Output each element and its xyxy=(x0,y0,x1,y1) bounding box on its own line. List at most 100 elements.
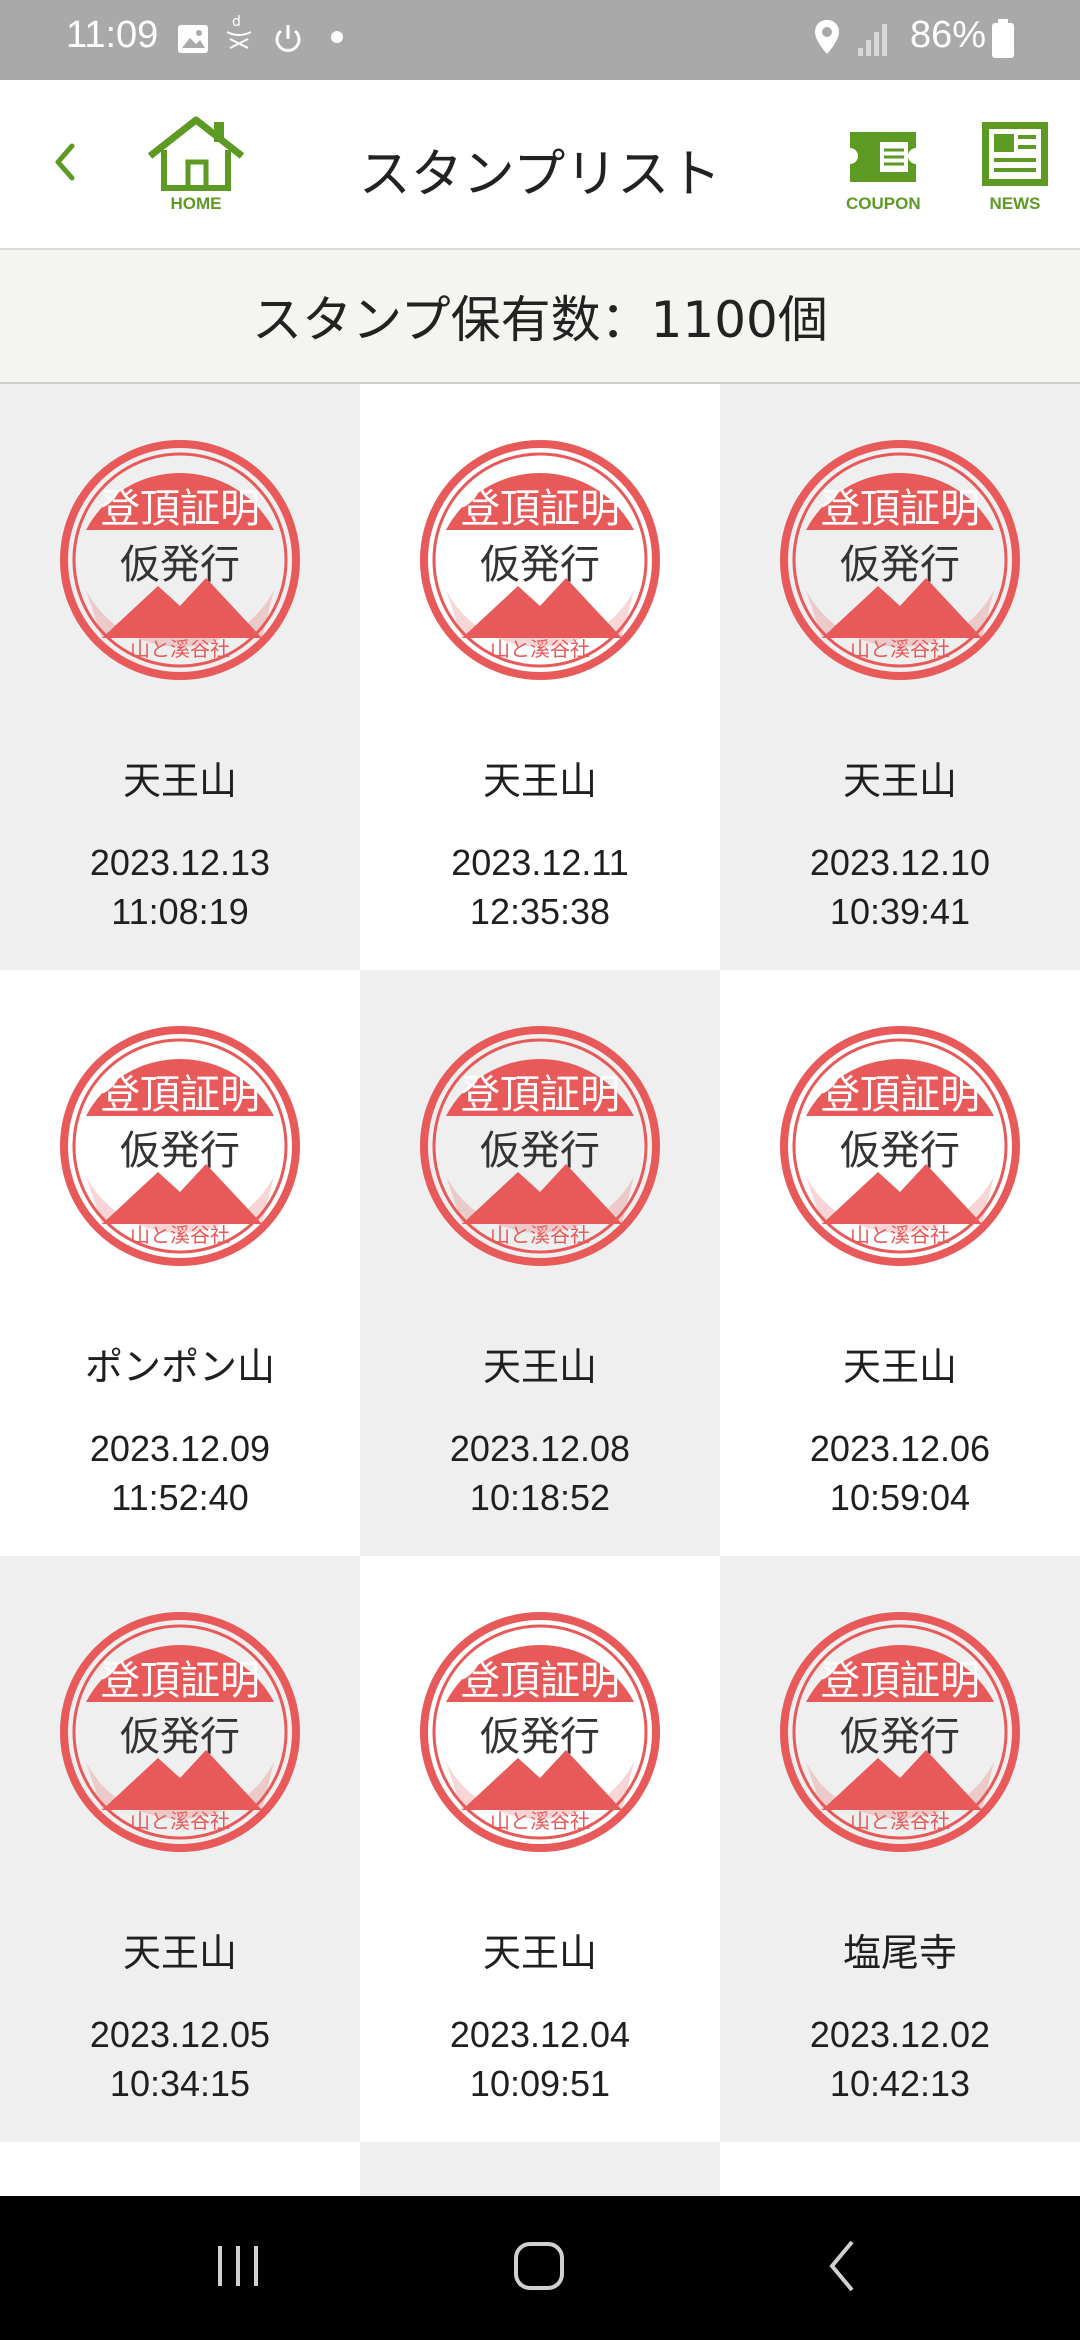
stamp-card[interactable]: 登頂証明仮発行山と溪谷社天王山 2023.12.08 10:18:52 xyxy=(360,970,720,1556)
stamp-line2: 仮発行 xyxy=(480,542,600,588)
stamp-image: 登頂証明仮発行山と溪谷社 xyxy=(780,1612,1020,1852)
stamp-image: 登頂証明仮発行山と溪谷社 xyxy=(780,1026,1020,1266)
stamp-line2: 仮発行 xyxy=(480,1714,600,1760)
stamp-card[interactable]: 登頂証明仮発行山と溪谷社天王山 2023.12.13 11:08:19 xyxy=(0,384,360,970)
stamp-timestamp: 2023.12.09 11:52:40 xyxy=(0,1424,360,1522)
stamp-count: スタンプ保有数：1100個 xyxy=(252,291,828,349)
stamp-brand: 山と溪谷社 xyxy=(850,1223,950,1247)
stamp-image: 登頂証明仮発行山と溪谷社 xyxy=(420,1612,660,1852)
stamp-timestamp: 2023.12.05 10:34:15 xyxy=(0,2010,360,2108)
stamp-timestamp: 2023.12.10 10:39:41 xyxy=(720,838,1080,936)
stamp-timestamp: 2023.12.08 10:18:52 xyxy=(360,1424,720,1522)
news-caption: NEWS xyxy=(989,194,1041,213)
mountain-name: 天王山 xyxy=(842,1345,957,1389)
stamp-brand: 山と溪谷社 xyxy=(850,1809,950,1833)
stamp-date: 2023.12.02 xyxy=(809,2014,991,2055)
stamp-card-partial[interactable] xyxy=(0,2142,360,2202)
stamp-time: 10:09:51 xyxy=(469,2063,611,2104)
stamp-line1: 登頂証明 xyxy=(100,486,260,532)
system-nav-bar xyxy=(0,2196,1080,2340)
stamp-date: 2023.12.06 xyxy=(809,1428,991,1469)
stamp-image: 登頂証明仮発行山と溪谷社 xyxy=(60,440,300,680)
stamp-time: 10:59:04 xyxy=(829,1477,971,1518)
stamp-line1: 登頂証明 xyxy=(100,1658,260,1704)
stamp-brand: 山と溪谷社 xyxy=(850,637,950,661)
stamp-image: 登頂証明仮発行山と溪谷社 xyxy=(60,1026,300,1266)
stamp-brand: 山と溪谷社 xyxy=(130,1809,230,1833)
stamp-date: 2023.12.05 xyxy=(89,2014,271,2055)
stamp-timestamp: 2023.12.13 11:08:19 xyxy=(0,838,360,936)
mountain-name: 天王山 xyxy=(482,1345,597,1389)
signal-icon xyxy=(858,24,887,56)
mountain-name: 塩尾寺 xyxy=(842,1931,957,1975)
stamp-card-partial[interactable] xyxy=(360,2142,720,2202)
stamp-brand: 山と溪谷社 xyxy=(490,637,590,661)
stamp-count-bar: スタンプ保有数：1100個 xyxy=(0,250,1080,384)
mountain-name: 天王山 xyxy=(842,759,957,803)
stamp-brand: 山と溪谷社 xyxy=(130,637,230,661)
dot-icon xyxy=(331,31,343,43)
mountain-name: 天王山 xyxy=(482,759,597,803)
stamp-line1: 登頂証明 xyxy=(460,1658,620,1704)
stamp-card[interactable]: 登頂証明仮発行山と溪谷社天王山 2023.12.04 10:09:51 xyxy=(360,1556,720,2142)
status-bar: 11:09 d 86% xyxy=(0,0,1080,80)
stamp-line2: 仮発行 xyxy=(840,1128,960,1174)
stamp-line1: 登頂証明 xyxy=(820,486,980,532)
stamp-timestamp: 2023.12.11 12:35:38 xyxy=(360,838,720,936)
coupon-icon xyxy=(850,132,916,182)
stamp-image: 登頂証明仮発行山と溪谷社 xyxy=(60,1612,300,1852)
status-time: 11:09 xyxy=(66,14,159,56)
stamp-time: 11:52:40 xyxy=(111,1477,249,1518)
back-nav-button[interactable] xyxy=(818,2236,868,2296)
stamp-image: 登頂証明仮発行山と溪谷社 xyxy=(420,1026,660,1266)
mountain-name: 天王山 xyxy=(482,1931,597,1975)
stamp-brand: 山と溪谷社 xyxy=(130,1223,230,1247)
coupon-caption: COUPON xyxy=(846,194,921,213)
stamp-card[interactable]: 登頂証明仮発行山と溪谷社天王山 2023.12.05 10:34:15 xyxy=(0,1556,360,2142)
stamp-date: 2023.12.13 xyxy=(89,842,271,883)
stamp-time: 10:34:15 xyxy=(109,2063,251,2104)
stamp-image: 登頂証明仮発行山と溪谷社 xyxy=(780,440,1020,680)
power-icon xyxy=(275,25,301,52)
stamp-line1: 登頂証明 xyxy=(820,1658,980,1704)
stamp-date: 2023.12.11 xyxy=(451,842,629,883)
stamp-card[interactable]: 登頂証明 仮発行 山と溪谷社 天王山 2023.12.11 12:35:38 xyxy=(360,384,720,970)
stamp-date: 2023.12.04 xyxy=(449,2014,631,2055)
battery-percent: 86% xyxy=(909,14,986,56)
stamp-line2: 仮発行 xyxy=(120,542,240,588)
battery-icon xyxy=(992,19,1014,58)
stamp-time: 10:39:41 xyxy=(829,891,971,932)
recent-apps-button[interactable] xyxy=(210,2236,266,2296)
stamp-card[interactable]: 登頂証明仮発行山と溪谷社塩尾寺 2023.12.02 10:42:13 xyxy=(720,1556,1080,2142)
stamp-timestamp: 2023.12.02 10:42:13 xyxy=(720,2010,1080,2108)
stamp-line1: 登頂証明 xyxy=(100,1072,260,1118)
mountain-name: ポンポン山 xyxy=(84,1345,275,1389)
stamp-time: 10:42:13 xyxy=(829,2063,971,2104)
stamp-card[interactable]: 登頂証明仮発行山と溪谷社天王山 2023.12.06 10:59:04 xyxy=(720,970,1080,1556)
stamp-timestamp: 2023.12.04 10:09:51 xyxy=(360,2010,720,2108)
stamp-brand: 山と溪谷社 xyxy=(490,1809,590,1833)
stamp-line2: 仮発行 xyxy=(840,542,960,588)
stamp-line2: 仮発行 xyxy=(840,1714,960,1760)
mountain-name: 天王山 xyxy=(122,759,237,803)
news-icon xyxy=(982,122,1048,186)
stamp-line2: 仮発行 xyxy=(120,1128,240,1174)
stamp-line2: 仮発行 xyxy=(480,1128,600,1174)
home-nav-button[interactable] xyxy=(510,2236,570,2296)
stamp-date: 2023.12.09 xyxy=(89,1428,271,1469)
gallery-icon xyxy=(178,25,208,53)
stamp-time: 11:08:19 xyxy=(111,891,249,932)
stamp-timestamp: 2023.12.06 10:59:04 xyxy=(720,1424,1080,1522)
stamp-line1: 登頂証明 xyxy=(820,1072,980,1118)
news-button[interactable]: NEWS xyxy=(978,120,1052,214)
mountain-name: 天王山 xyxy=(122,1931,237,1975)
coupon-button[interactable]: COUPON xyxy=(846,124,921,214)
app-header: HOME スタンプリスト COUPON NEWS xyxy=(0,80,1080,250)
stamp-brand: 山と溪谷社 xyxy=(490,1223,590,1247)
stamp-card-partial[interactable] xyxy=(720,2142,1080,2202)
stamp-card[interactable]: 登頂証明仮発行山と溪谷社ポンポン山 2023.12.09 11:52:40 xyxy=(0,970,360,1556)
stamp-image: 登頂証明仮発行山と溪谷社 xyxy=(420,440,660,680)
stamp-line2: 仮発行 xyxy=(120,1714,240,1760)
stamp-line1: 登頂証明 xyxy=(460,1072,620,1118)
stamp-card[interactable]: 登頂証明仮発行山と溪谷社天王山 2023.12.10 10:39:41 xyxy=(720,384,1080,970)
